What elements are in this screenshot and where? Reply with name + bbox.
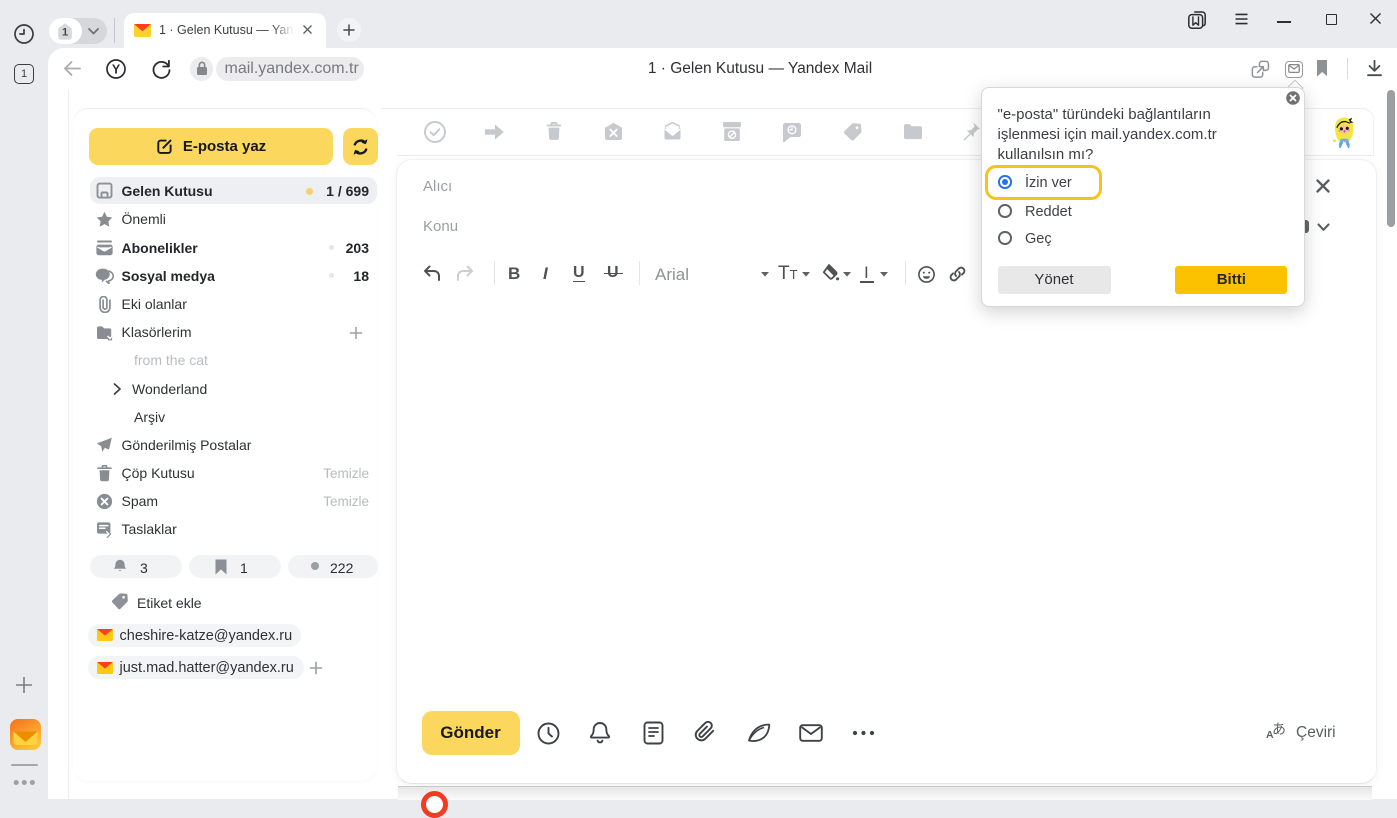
svg-text:Y: Y: [112, 62, 121, 76]
svg-text:1: 1: [62, 26, 68, 38]
